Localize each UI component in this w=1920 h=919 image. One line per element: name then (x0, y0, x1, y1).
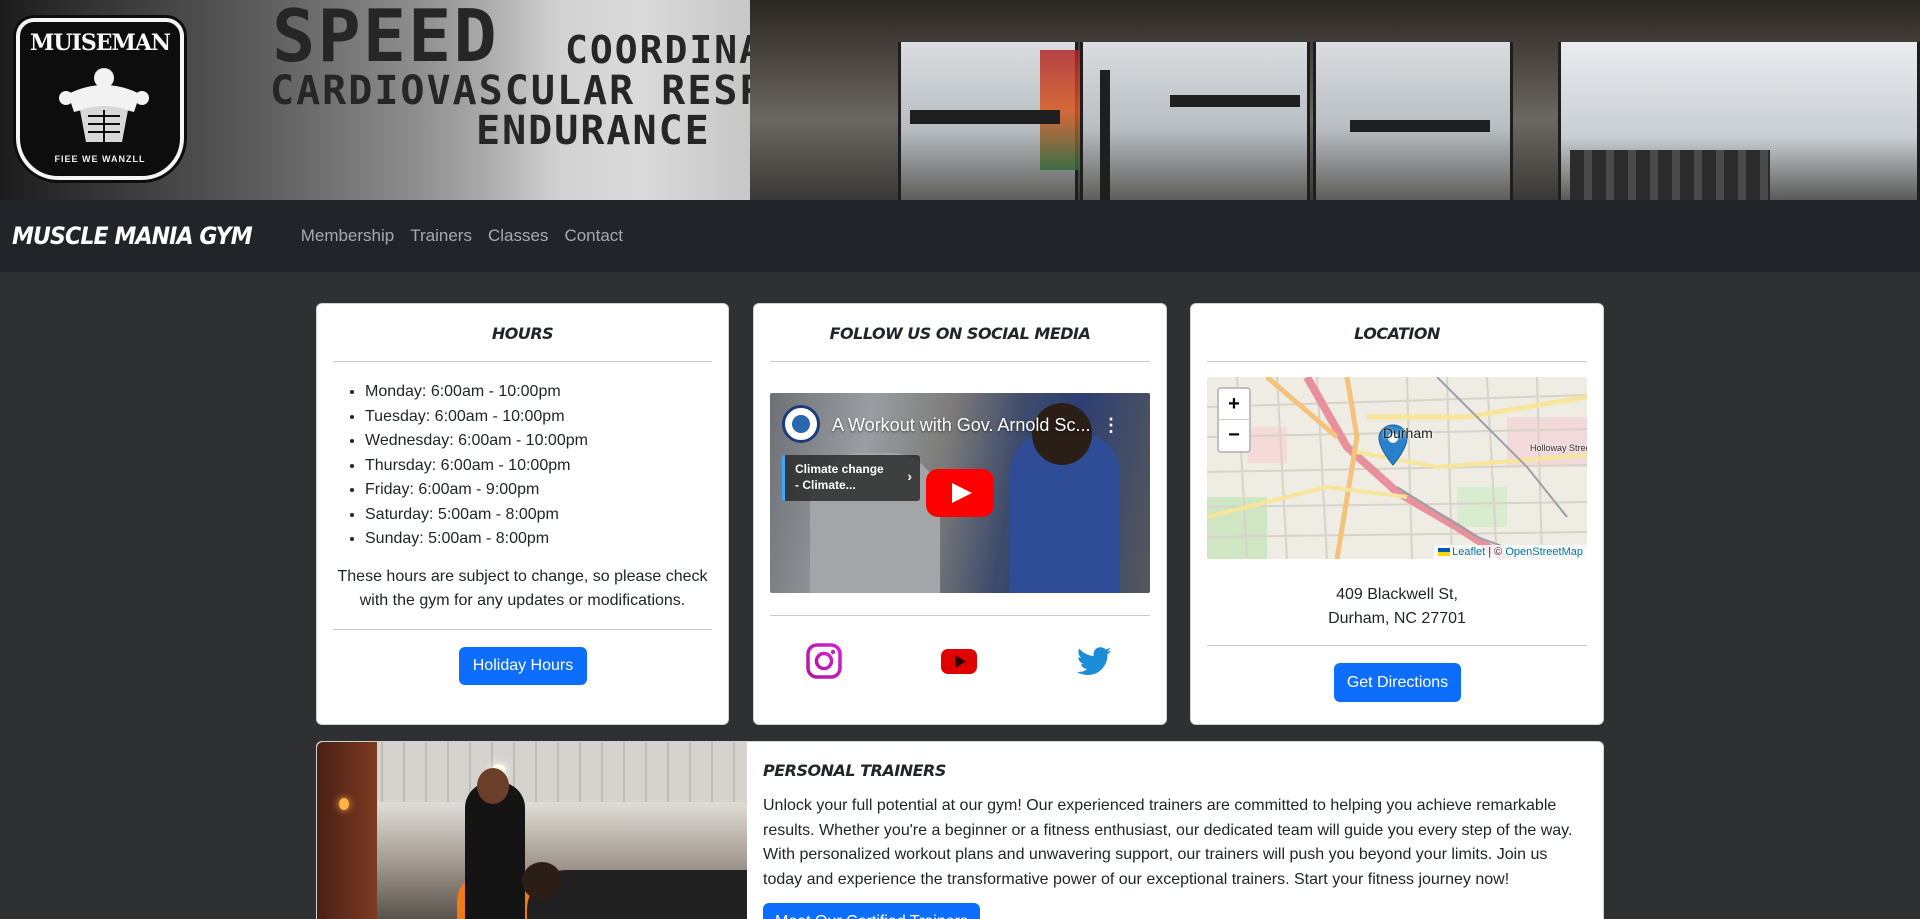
banner-gym-image (750, 0, 1920, 200)
more-vert-icon[interactable]: ⋮ (1102, 415, 1120, 436)
zoom-out-button[interactable]: − (1219, 420, 1249, 451)
map-tiles (1207, 377, 1587, 559)
nav-membership[interactable]: Membership (301, 226, 395, 246)
address-line-1: 409 Blackwell St, (1336, 586, 1458, 603)
openstreetmap-link[interactable]: OpenStreetMap (1505, 546, 1583, 558)
youtube-video-embed[interactable]: A Workout with Gov. Arnold Sc... ⋮ Clima… (770, 393, 1150, 593)
hours-list: Monday: 6:00am - 10:00pm Tuesday: 6:00am… (365, 380, 588, 552)
hours-item: Monday: 6:00am - 10:00pm (365, 380, 588, 405)
hours-title: HOURS (491, 324, 554, 343)
hours-item: Tuesday: 6:00am - 10:00pm (365, 405, 588, 430)
hours-item: Thursday: 6:00am - 10:00pm (365, 454, 588, 479)
meet-trainers-button[interactable]: Meet Our Certified Trainers (763, 903, 980, 919)
zoom-in-button[interactable]: + (1219, 389, 1249, 420)
dumbbell-rack (1570, 150, 1770, 200)
map-city-label: Durham (1383, 425, 1433, 441)
chip-line: - Climate... (795, 478, 856, 492)
divider (333, 361, 712, 362)
social-icons-row (754, 641, 1166, 681)
location-card: LOCATION Durham Holloway Street + − Leaf… (1190, 303, 1604, 725)
leaflet-link[interactable]: Leaflet (1452, 546, 1485, 558)
map-street-label: Holloway Street (1530, 443, 1587, 453)
channel-avatar-icon[interactable] (782, 405, 820, 443)
divider (1207, 361, 1587, 362)
video-info-chip[interactable]: Climate change - Climate... › (782, 455, 920, 501)
gym-equipment (1170, 95, 1300, 107)
nav-classes[interactable]: Classes (488, 226, 548, 246)
social-card: FOLLOW US ON SOCIAL MEDIA A Workout with… (753, 303, 1167, 725)
divider (333, 629, 712, 630)
personal-trainers-card: PERSONAL TRAINERS Unlock your full poten… (316, 741, 1604, 919)
hours-item: Saturday: 5:00am - 8:00pm (365, 503, 588, 528)
get-directions-button[interactable]: Get Directions (1334, 663, 1461, 702)
hours-item: Sunday: 5:00am - 8:00pm (365, 527, 588, 552)
nav-contact[interactable]: Contact (564, 226, 623, 246)
logo-subtitle: FIEE WE WANZLL (54, 154, 146, 164)
video-title[interactable]: A Workout with Gov. Arnold Sc... (832, 415, 1090, 436)
gym-equipment (1350, 120, 1490, 132)
chip-line: Climate change (795, 462, 884, 476)
logo-title: MUISEMAN (29, 30, 171, 56)
divider (770, 361, 1150, 362)
gym-equipment (910, 110, 1060, 124)
location-map[interactable]: Durham Holloway Street + − Leaflet | © O… (1207, 377, 1587, 559)
hours-item: Wednesday: 6:00am - 10:00pm (365, 429, 588, 454)
banner-wall-text: ENDURANCE (476, 108, 711, 154)
trainers-description: Unlock your full potential at our gym! O… (763, 797, 1573, 888)
gym-equipment (1100, 70, 1110, 200)
header-banner: SPEED COORDINA CARDIOVASCULAR RESPIR END… (0, 0, 1920, 200)
map-zoom-control: + − (1217, 387, 1251, 453)
gym-address: 409 Blackwell St, Durham, NC 27701 (1191, 583, 1603, 631)
top-navbar: MUSCLE MANIA GYM Membership Trainers Cla… (0, 200, 1920, 272)
instagram-icon[interactable] (804, 641, 844, 681)
address-line-2: Durham, NC 27701 (1328, 610, 1466, 627)
play-button-icon[interactable] (926, 469, 994, 517)
attribution-separator: | © (1485, 546, 1506, 558)
gym-logo[interactable]: MUISEMAN FIEE WE WANZLL (16, 18, 184, 180)
ukraine-flag-icon (1438, 548, 1451, 557)
divider (770, 615, 1150, 616)
brand-link[interactable]: MUSCLE MANIA GYM (12, 222, 253, 250)
hours-item: Friday: 6:00am - 9:00pm (365, 478, 588, 503)
youtube-icon[interactable] (939, 641, 979, 681)
location-title: LOCATION (1354, 324, 1440, 343)
social-title: FOLLOW US ON SOCIAL MEDIA (829, 324, 1091, 343)
banner-wall-text: COORDINA (565, 28, 765, 72)
nav-trainers[interactable]: Trainers (410, 226, 472, 246)
hours-card: HOURS Monday: 6:00am - 10:00pm Tuesday: … (316, 303, 729, 725)
chevron-right-icon: › (907, 468, 912, 484)
gym-window (1080, 42, 1310, 200)
map-attribution: Leaflet | © OpenStreetMap (1434, 545, 1587, 559)
twitter-icon[interactable] (1074, 641, 1114, 681)
banner-wall-text: SPEED (272, 0, 499, 78)
trainers-title: PERSONAL TRAINERS (763, 761, 946, 780)
divider (1207, 645, 1587, 646)
bodybuilder-icon (59, 68, 149, 142)
trainer-photo (317, 742, 747, 919)
hours-note: These hours are subject to change, so pl… (337, 568, 708, 609)
holiday-hours-button[interactable]: Holiday Hours (459, 647, 587, 685)
